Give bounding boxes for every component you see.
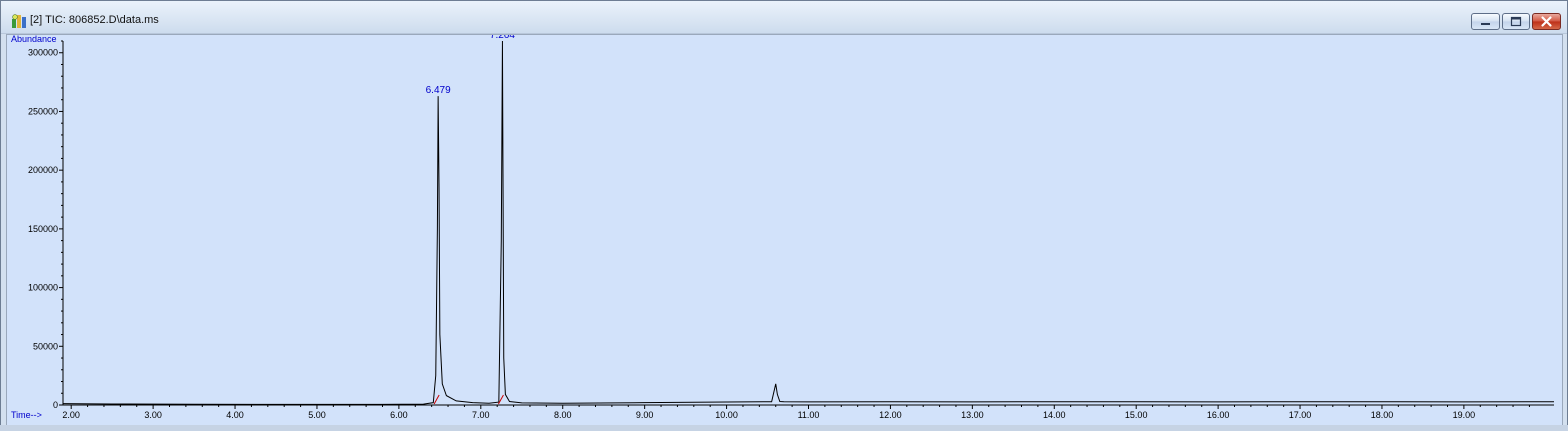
y-tick-label: 50000 xyxy=(33,341,58,351)
x-tick-label: 15.00 xyxy=(1125,410,1148,420)
x-tick-label: 9.00 xyxy=(636,410,654,420)
axes-layer xyxy=(59,40,1554,409)
x-tick-label: 14.00 xyxy=(1043,410,1066,420)
x-tick-label: 6.00 xyxy=(390,410,408,420)
peak-label: 6.479 xyxy=(426,85,451,96)
x-tick-label: 3.00 xyxy=(144,410,162,420)
x-tick-label: 7.00 xyxy=(472,410,490,420)
x-tick-label: 16.00 xyxy=(1207,410,1230,420)
x-tick-label: 5.00 xyxy=(308,410,326,420)
maximize-icon xyxy=(1510,16,1522,27)
minimize-button[interactable] xyxy=(1471,13,1500,30)
tic-trace-series-0 xyxy=(62,40,1555,405)
window-bottom-border xyxy=(0,425,1568,431)
peak-label: 7.264 xyxy=(490,35,515,41)
close-icon xyxy=(1541,16,1552,27)
minimize-icon xyxy=(1481,23,1490,25)
y-tick-label: 200000 xyxy=(28,165,58,175)
y-axis-label: Abundance xyxy=(11,35,57,44)
y-tick-label: 300000 xyxy=(28,48,58,58)
window-titlebar[interactable]: [2] TIC: 806852.D\data.ms xyxy=(1,1,1567,34)
window-title: [2] TIC: 806852.D\data.ms xyxy=(30,14,159,26)
x-tick-label: 2.00 xyxy=(62,410,80,420)
maximize-button[interactable] xyxy=(1502,13,1530,30)
x-tick-label: 10.00 xyxy=(715,410,738,420)
x-tick-label: 11.00 xyxy=(798,410,820,420)
peak-baseline-marker xyxy=(433,394,440,405)
x-tick-label: 4.00 xyxy=(226,410,244,420)
x-tick-label: 18.00 xyxy=(1371,410,1394,420)
chromatogram-chart[interactable]: Abundance Time--> 0 50000 100000 150000 200000… xyxy=(7,35,1562,425)
x-tick-label: 19.00 xyxy=(1453,410,1476,420)
x-tick-label: 13.00 xyxy=(961,410,984,420)
chromatogram-plot-area[interactable]: Abundance Time--> 0 50000 100000 150000 200000… xyxy=(6,34,1563,426)
chromatogram-app-icon xyxy=(11,13,27,29)
x-tick-label: 8.00 xyxy=(554,410,572,420)
close-button[interactable] xyxy=(1532,13,1561,30)
y-tick-label: 0 xyxy=(53,400,58,410)
chromatogram-window: [2] TIC: 806852.D\data.ms Abundance Time-… xyxy=(0,0,1568,431)
x-tick-label: 17.00 xyxy=(1289,410,1312,420)
x-tick-label: 12.00 xyxy=(879,410,902,420)
trace-layer xyxy=(62,40,1555,405)
x-axis-label: Time--> xyxy=(11,410,42,420)
y-tick-label: 100000 xyxy=(28,283,58,293)
labels-layer: Abundance Time--> 0 50000 100000 150000 200000… xyxy=(11,35,1475,420)
y-tick-label: 250000 xyxy=(28,106,58,116)
y-tick-label: 150000 xyxy=(28,224,58,234)
